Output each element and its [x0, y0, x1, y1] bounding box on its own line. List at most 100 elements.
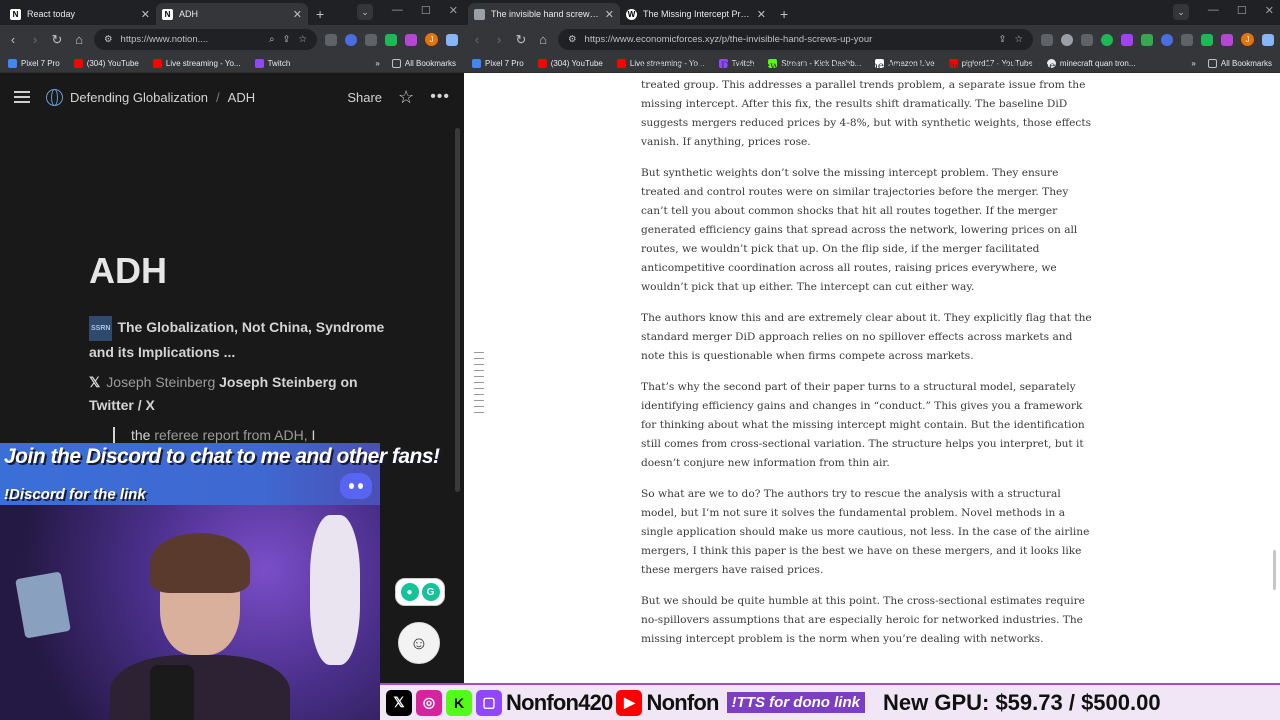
quote-link[interactable]: referee report from ADH,: [154, 427, 307, 443]
favorite-star-icon[interactable]: ☆: [398, 87, 414, 108]
close-tab-icon[interactable]: ✕: [141, 8, 150, 21]
tab-missing-intercept[interactable]: W The Missing Intercept Problem ✕: [620, 3, 772, 25]
home-icon[interactable]: ⌂: [536, 32, 550, 47]
ssrn-icon: SSRN: [89, 316, 113, 341]
floating-assistant-icon[interactable]: ☺: [398, 622, 440, 664]
minimize-icon[interactable]: —: [392, 4, 403, 17]
all-bookmarks[interactable]: All Bookmarks: [391, 59, 456, 68]
extension-icon[interactable]: [1081, 33, 1093, 46]
bookmark-live[interactable]: Live streaming - Yo...: [152, 58, 241, 68]
floating-widget-pill[interactable]: ● G: [395, 578, 445, 606]
page-scrollbar[interactable]: [1273, 550, 1276, 590]
menu-icon[interactable]: [1262, 33, 1274, 46]
bookmark-star-icon[interactable]: ☆: [298, 34, 307, 45]
extension-icon[interactable]: [405, 33, 417, 46]
extension-icon[interactable]: [325, 33, 337, 46]
bookmark-twitch[interactable]: Twitch: [254, 58, 290, 68]
bookmark-star-icon[interactable]: ☆: [1014, 34, 1023, 45]
close-window-icon[interactable]: ✕: [449, 4, 458, 17]
link-twitter[interactable]: 𝕏 Joseph Steinberg Joseph Steinberg on Tw…: [89, 371, 389, 417]
left-toolbar: ‹ › ↻ ⌂ ⚙ https://www.notion.... ⌕ ⇪ ☆ J: [0, 25, 464, 54]
quote-text: the: [131, 427, 151, 443]
close-tab-icon[interactable]: ✕: [605, 8, 614, 21]
hamburger-menu-icon[interactable]: [14, 91, 30, 103]
tab-react-today[interactable]: N React today ✕: [4, 3, 156, 25]
extension-icon[interactable]: [385, 33, 397, 46]
grammarly-icon[interactable]: G: [421, 583, 440, 601]
breadcrumb-workspace[interactable]: Defending Globalization: [70, 90, 208, 105]
all-bookmarks[interactable]: All Bookmarks: [1207, 59, 1272, 68]
youtube-icon: [537, 58, 547, 68]
forward-icon[interactable]: ›: [492, 32, 506, 47]
share-icon[interactable]: ⇪: [999, 34, 1007, 45]
extension-icon[interactable]: [1061, 33, 1073, 46]
wikipedia-favicon-icon: W: [626, 8, 637, 20]
site-info-icon[interactable]: ⚙: [568, 34, 577, 45]
right-browser-window: The invisible hand screws up your ✕ W Th…: [464, 0, 1280, 720]
forward-icon[interactable]: ›: [28, 32, 42, 47]
grammarly-icon[interactable]: [1101, 33, 1113, 46]
reload-icon[interactable]: ↻: [514, 32, 528, 48]
share-button[interactable]: Share: [347, 90, 382, 105]
address-bar[interactable]: ⚙ https://www.notion.... ⌕ ⇪ ☆: [94, 29, 317, 50]
reload-icon[interactable]: ↻: [50, 32, 64, 48]
tab-invisible-hand[interactable]: The invisible hand screws up your ✕: [468, 3, 620, 25]
page-title: ADH: [89, 250, 167, 291]
maximize-icon[interactable]: ☐: [1237, 4, 1247, 17]
kick-icon: K: [446, 689, 472, 716]
more-bookmarks-icon[interactable]: »: [1191, 59, 1195, 68]
link-ssrn-paper[interactable]: SSRN The Globalization, Not China, Syndro…: [89, 316, 389, 364]
back-icon[interactable]: ‹: [470, 32, 484, 47]
site-info-icon[interactable]: ⚙: [104, 34, 113, 45]
extension-icon[interactable]: [345, 33, 357, 46]
notion-scrollbar[interactable]: [455, 128, 460, 492]
notion-actions: Share ☆ •••: [347, 87, 450, 108]
puzzle-icon[interactable]: [365, 33, 377, 46]
extension-icon[interactable]: [1161, 33, 1173, 46]
tab-search-icon[interactable]: ⌄: [357, 4, 373, 20]
maximize-icon[interactable]: ☐: [421, 4, 431, 17]
bookmark-label: All Bookmarks: [404, 59, 456, 68]
bookmark-youtube[interactable]: (304) YouTube: [537, 58, 603, 68]
notion-page-body: ADH SSRN The Globalization, Not China, Sy…: [89, 250, 389, 443]
home-icon[interactable]: ⌂: [72, 32, 86, 47]
close-tab-icon[interactable]: ✕: [293, 8, 302, 21]
extension-icon[interactable]: [1221, 33, 1233, 46]
bookmark-pixel[interactable]: Pixel 7 Pro: [8, 58, 60, 68]
youtube-icon: [73, 58, 83, 68]
window-controls: — ☐ ✕: [392, 4, 458, 17]
lightbulb-icon[interactable]: ●: [400, 583, 419, 601]
breadcrumb-page[interactable]: ADH: [228, 90, 255, 105]
menu-icon[interactable]: [446, 33, 458, 46]
share-icon[interactable]: ⇪: [283, 34, 291, 45]
extension-icon[interactable]: [1041, 33, 1053, 46]
close-tab-icon[interactable]: ✕: [757, 8, 766, 21]
puzzle-icon[interactable]: [1181, 33, 1193, 46]
new-tab-button[interactable]: +: [772, 6, 796, 25]
wall-picture: [15, 571, 71, 639]
extension-icon[interactable]: [1201, 33, 1213, 46]
new-tab-button[interactable]: +: [308, 6, 332, 25]
address-bar[interactable]: ⚙ https://www.economicforces.xyz/p/the-i…: [558, 29, 1033, 50]
extension-icon[interactable]: [1121, 33, 1133, 46]
minimize-icon[interactable]: —: [1208, 4, 1219, 17]
profile-avatar[interactable]: J: [1241, 33, 1254, 46]
link-prefix: Joseph Steinberg: [106, 374, 216, 390]
x-logo-icon: 𝕏: [89, 374, 101, 390]
table-of-contents-marks[interactable]: [474, 352, 484, 413]
extension-icon[interactable]: [1141, 33, 1153, 46]
more-bookmarks-icon[interactable]: »: [375, 59, 379, 68]
close-window-icon[interactable]: ✕: [1265, 4, 1274, 17]
bookmark-favicon-icon: [8, 58, 17, 68]
bookmark-youtube[interactable]: (304) YouTube: [73, 58, 139, 68]
link-text: The Globalization, Not China, Syndrome a…: [89, 319, 385, 360]
profile-avatar[interactable]: J: [425, 33, 438, 46]
article-paragraph: But we should be quite humble at this po…: [641, 595, 1085, 645]
tab-adh[interactable]: N ADH ✕: [156, 3, 308, 25]
tab-search-icon[interactable]: ⌄: [1173, 4, 1189, 20]
back-icon[interactable]: ‹: [6, 32, 20, 47]
more-options-icon[interactable]: •••: [430, 88, 450, 106]
zoom-icon[interactable]: ⌕: [269, 34, 274, 45]
notion-favicon-icon: N: [10, 8, 21, 20]
bookmark-pixel[interactable]: Pixel 7 Pro: [472, 58, 524, 68]
